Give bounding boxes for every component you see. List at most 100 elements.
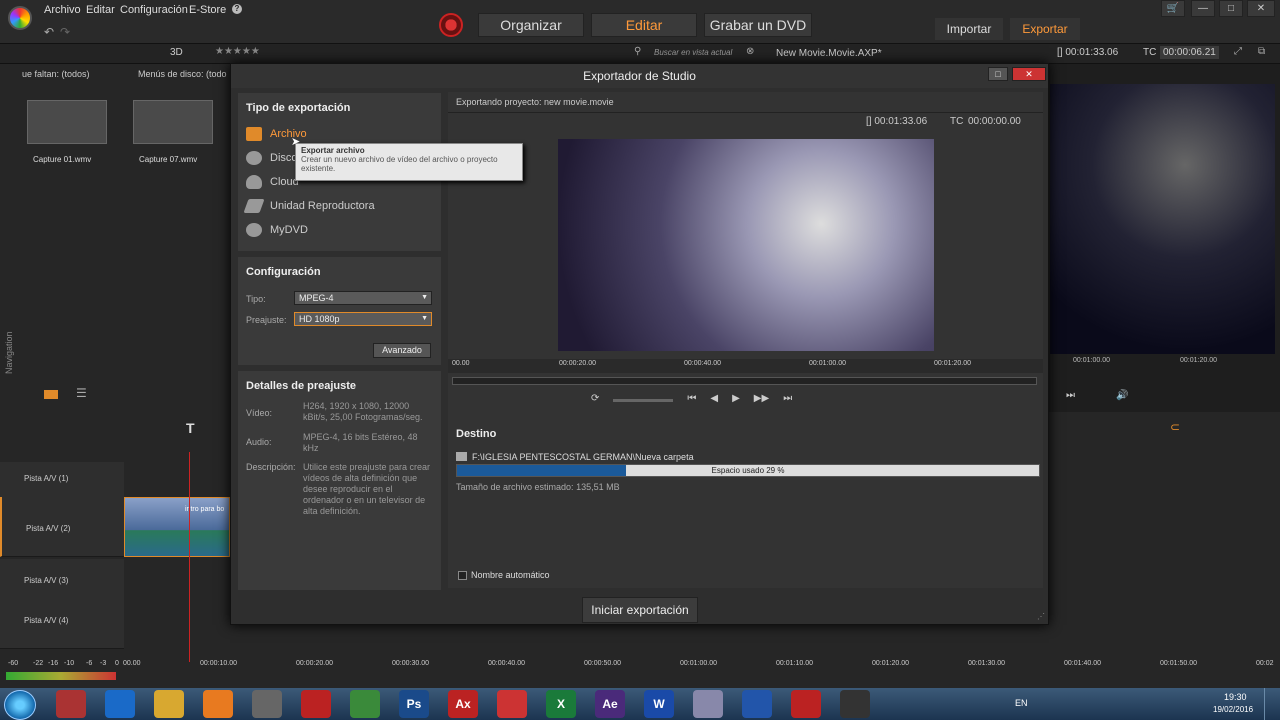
scissors-icon[interactable] (497, 690, 527, 718)
explorer-icon[interactable] (154, 690, 184, 718)
timecode-current[interactable]: 00:00:06.21 (1160, 46, 1219, 59)
show-desktop-button[interactable] (1264, 688, 1280, 720)
chrome-icon[interactable] (350, 690, 380, 718)
shuttle-slider[interactable] (613, 399, 674, 402)
timeline-ruler[interactable]: 00.00 00:00:10.00 00:00:20.00 00:00:30.0… (0, 660, 1280, 672)
ie-icon[interactable] (105, 690, 135, 718)
export-type-mydvd[interactable]: MyDVD (246, 223, 308, 237)
play-icon[interactable]: ▶ (732, 393, 740, 407)
clock-date[interactable]: 19/02/2016 (1213, 705, 1253, 714)
rewind-icon[interactable]: ◀ (710, 393, 718, 407)
playhead[interactable] (189, 452, 190, 662)
resize-grip-icon[interactable]: ⋰ (1037, 612, 1045, 621)
help-icon[interactable]: ? (232, 4, 242, 14)
export-type-cloud[interactable]: Cloud (246, 175, 299, 189)
top-bar: Archivo Editar Configuración E-Store ? ↶… (0, 0, 1280, 44)
excel-icon[interactable]: X (546, 690, 576, 718)
pinnacle-active-icon[interactable] (840, 690, 870, 718)
search-input[interactable]: Buscar en vista actual (654, 48, 732, 57)
volume-icon[interactable]: 🔊 (1116, 390, 1128, 401)
rating-stars-icon[interactable]: ★★★★★ (215, 46, 260, 57)
tab-missing[interactable]: ue faltan: (todos) (22, 69, 90, 79)
go-to-start-icon[interactable]: ⏮ (687, 393, 696, 407)
acrobat-x-icon[interactable]: Ax (448, 690, 478, 718)
maximize-icon[interactable]: □ (1219, 0, 1243, 17)
tab-disc-menus[interactable]: Menús de disco: (todo (138, 69, 227, 79)
auto-name-label: Nombre automático (471, 570, 550, 580)
fullscreen-icon[interactable]: ⤢ (1234, 46, 1242, 57)
word-icon[interactable]: W (644, 690, 674, 718)
after-effects-icon[interactable]: Ae (595, 690, 625, 718)
next-frame-icon[interactable]: ⏭ (1066, 390, 1075, 401)
pinnacle-icon[interactable] (56, 690, 86, 718)
navigation-label[interactable]: Navigation (4, 214, 18, 374)
clapper-icon[interactable] (252, 690, 282, 718)
adobe-icon[interactable] (791, 690, 821, 718)
photoshop-icon[interactable]: Ps (399, 690, 429, 718)
export-type-device[interactable]: Unidad Reproductora (243, 199, 375, 213)
export-button[interactable]: Exportar (1010, 18, 1080, 40)
forward-icon[interactable]: ▶▶ (754, 393, 769, 407)
title-tool-icon[interactable]: T (186, 420, 195, 436)
dialog-close-icon[interactable]: ✕ (1012, 67, 1046, 81)
tooltip: Exportar archivo Crear un nuevo archivo … (295, 143, 523, 181)
menu-estore[interactable]: E-Store (189, 4, 226, 16)
ruler-label: 00:01:50.00 (1160, 660, 1197, 667)
bluetooth-icon[interactable] (742, 690, 772, 718)
clip-thumbnail[interactable] (133, 100, 213, 144)
minimize-icon[interactable]: — (1191, 0, 1215, 17)
auto-name-checkbox[interactable] (458, 571, 467, 580)
player-preview[interactable] (1050, 84, 1275, 354)
media-player-icon[interactable] (203, 690, 233, 718)
preview-ruler[interactable]: 00.00 00:00:20.00 00:00:40.00 00:01:00.0… (448, 359, 1043, 373)
clear-search-icon[interactable]: ⊗ (746, 46, 754, 57)
tab-grabar-dvd[interactable]: Grabar un DVD (704, 13, 812, 37)
app-logo-icon[interactable] (8, 6, 32, 30)
go-to-end-icon[interactable]: ⏭ (783, 393, 792, 407)
exporting-project: Exportando proyecto: new movie.movie (456, 97, 614, 107)
record-icon[interactable] (439, 13, 463, 37)
menu-archivo[interactable]: Archivo (44, 4, 81, 16)
preview-video[interactable] (558, 139, 934, 351)
import-button[interactable]: Importar (935, 18, 1003, 40)
external-icon[interactable]: ⧉ (1258, 46, 1265, 57)
divider (448, 112, 1043, 113)
search-icon[interactable]: ⚲ (634, 46, 641, 57)
export-type-disco[interactable]: Disco (246, 151, 298, 165)
menu-configuracion[interactable]: Configuración (120, 4, 188, 16)
cart-icon[interactable]: 🛒 (1161, 0, 1185, 17)
type-select[interactable]: MPEG-4 ▼ (294, 291, 432, 305)
list-view-icon[interactable]: ☰ (76, 386, 87, 400)
clock-time[interactable]: 19:30 (1224, 692, 1247, 702)
tab-editar[interactable]: Editar (591, 13, 697, 37)
close-icon[interactable]: ✕ (1247, 0, 1275, 17)
dialog-maximize-icon[interactable]: □ (988, 67, 1008, 81)
clip-name: Capture 07.wmv (139, 155, 198, 164)
export-type-label: MyDVD (270, 224, 308, 236)
language-indicator[interactable]: EN (1015, 698, 1028, 708)
preset-select[interactable]: HD 1080p ▼ (294, 312, 432, 326)
folder-icon[interactable] (456, 452, 467, 461)
redo-icon[interactable]: ↷ (60, 25, 70, 39)
details-title: Detalles de preajuste (246, 380, 357, 392)
pen-icon[interactable] (693, 690, 723, 718)
3d-label[interactable]: 3D (170, 47, 183, 58)
preview-scrubber[interactable] (452, 377, 1037, 385)
loop-icon[interactable]: ⟳ (591, 393, 599, 407)
undo-icon[interactable]: ↶ (44, 25, 54, 39)
preview-ruler-label: 00:01:00.00 (809, 360, 846, 367)
destination-path[interactable]: F:\IGLESIA PENTESCOSTAL GERMAN\Nueva car… (472, 452, 694, 462)
tab-organizar[interactable]: Organizar (478, 13, 584, 37)
clip-thumbnail[interactable] (27, 100, 107, 144)
track-label: Pista A/V (3) (24, 576, 69, 585)
video-icon[interactable] (301, 690, 331, 718)
preview-timecode[interactable]: 00:00:00.00 (968, 116, 1021, 127)
start-button-icon[interactable] (4, 690, 36, 720)
magnet-icon[interactable]: ⊂ (1170, 420, 1180, 434)
menu-editar[interactable]: Editar (86, 4, 115, 16)
timeline-clip[interactable]: intro para bo (124, 497, 230, 557)
advanced-button[interactable]: Avanzado (373, 343, 431, 358)
start-export-button[interactable]: Iniciar exportación (582, 597, 698, 623)
cloud-icon (246, 175, 262, 189)
grid-view-icon[interactable] (44, 390, 58, 399)
